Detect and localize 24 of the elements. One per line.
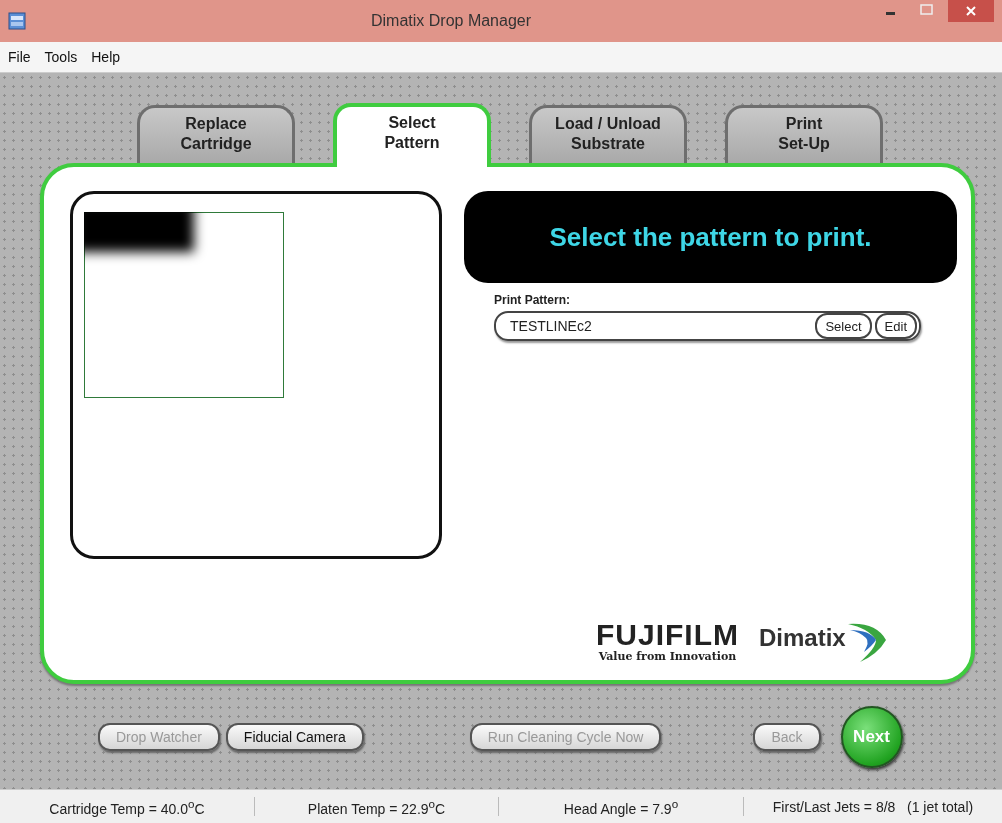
product-logo: Dimatix (759, 624, 846, 652)
tab[interactable]: Select Pattern (333, 103, 491, 167)
status-text: Platen Temp = 22.9$^{o}$C (255, 796, 499, 817)
tab[interactable]: Load / Unload Substrate (529, 105, 687, 163)
menu-item[interactable]: Help (91, 49, 121, 65)
menu-item[interactable]: File (8, 49, 31, 65)
status-text: Head Angle = 7.9$^{o}$ (499, 796, 744, 817)
field-button[interactable]: Select (815, 313, 872, 339)
action-button[interactable]: Fiducial Camera (225, 722, 364, 751)
app-icon (8, 12, 26, 30)
brand-logo: FUJIFILM (596, 620, 739, 650)
pattern-field[interactable]: TESTLINEc2 Select Edit (494, 311, 921, 341)
menu-item[interactable]: Tools (44, 49, 78, 65)
window-title: Dimatix Drop Manager (369, 12, 533, 30)
status-text: Cartridge Temp = 40.0$^{o}$C (0, 796, 255, 817)
instruction-banner: Select the pattern to print. (464, 191, 957, 283)
status-text: First/Last Jets = 8/8 (1 jet total) (771, 798, 975, 815)
field-button[interactable]: Edit (874, 313, 917, 339)
close-button[interactable] (948, 0, 994, 22)
field-label: Print Pattern: (494, 293, 571, 307)
tab[interactable]: Replace Cartridge (137, 105, 295, 163)
tab[interactable]: Print Set-Up (725, 105, 883, 163)
close-icon (966, 6, 976, 16)
brand-tagline: Value from Innovation (598, 650, 737, 663)
